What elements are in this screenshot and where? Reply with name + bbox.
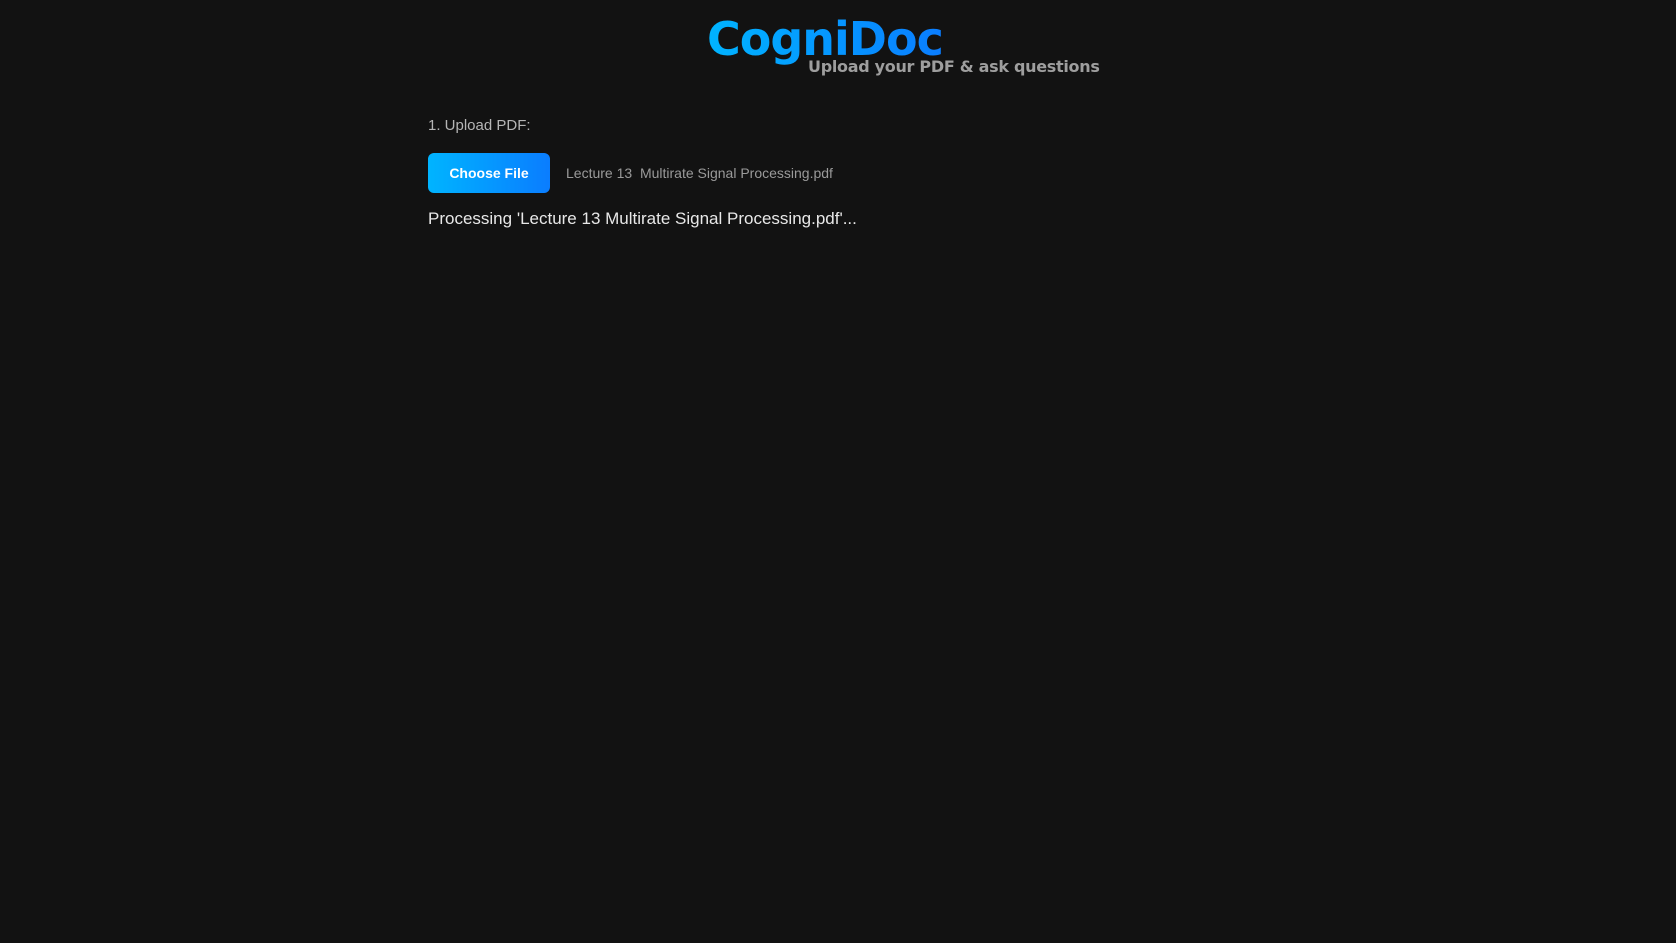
upload-section: 1. Upload PDF: Choose File Lecture 13 Mu… bbox=[428, 114, 1248, 231]
selected-file-name: Lecture 13 Multirate Signal Processing.p… bbox=[566, 165, 833, 181]
app-root: CogniDoc Upload your PDF & ask questions… bbox=[0, 0, 1676, 943]
choose-file-button[interactable]: Choose File bbox=[428, 153, 550, 193]
upload-step-label: 1. Upload PDF: bbox=[428, 117, 531, 134]
file-input-row: Choose File Lecture 13 Multirate Signal … bbox=[428, 153, 1248, 193]
logo: CogniDoc Upload your PDF & ask questions bbox=[707, 10, 1100, 80]
processing-status: Processing 'Lecture 13 Multirate Signal … bbox=[428, 209, 857, 228]
app-subtitle: Upload your PDF & ask questions bbox=[808, 57, 1100, 76]
